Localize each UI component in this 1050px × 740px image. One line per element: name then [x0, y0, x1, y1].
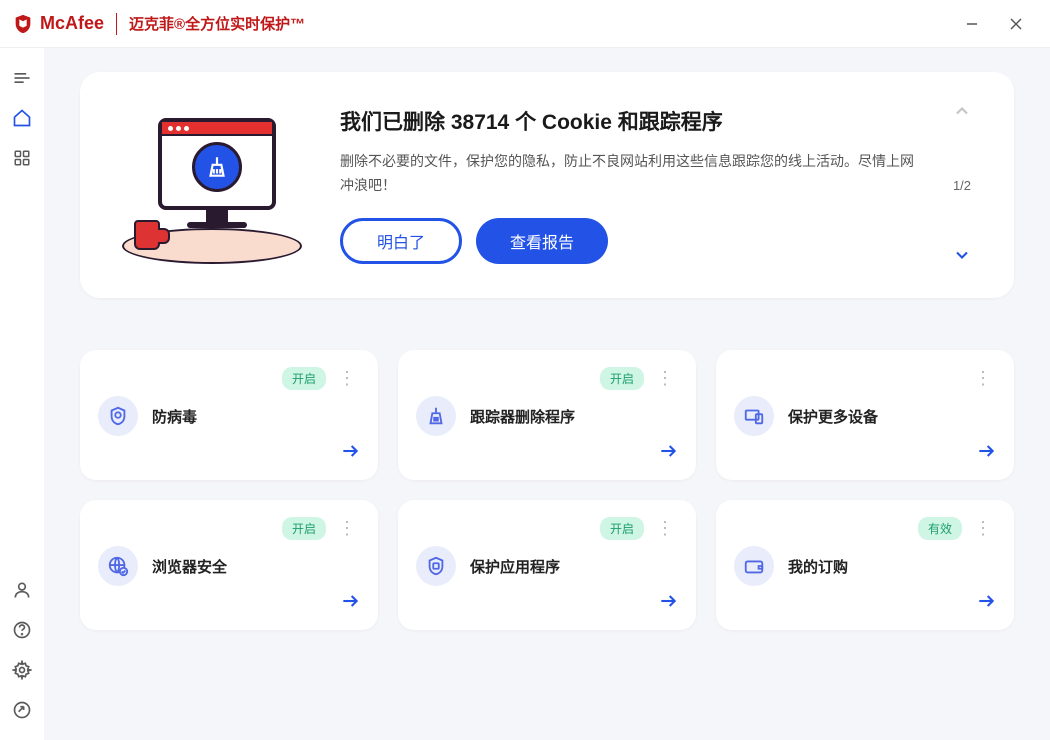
hero-next-button[interactable]: [952, 245, 972, 270]
card-app-protection[interactable]: 开启 ⋮ 保护应用程序: [398, 500, 696, 630]
arrow-right-icon: [976, 591, 996, 616]
hero-pagination: 1/2: [942, 101, 982, 270]
feature-cards-grid: 开启 ⋮ 防病毒 开启 ⋮: [80, 350, 1014, 630]
sidebar-feedback[interactable]: [4, 692, 40, 728]
card-title: 浏览器安全: [152, 556, 227, 577]
shield-icon: [98, 396, 138, 436]
globe-check-icon: [98, 546, 138, 586]
arrow-right-icon: [340, 591, 360, 616]
titlebar: McAfee 迈克菲®全方位实时保护™: [0, 0, 1050, 48]
wallet-icon: [734, 546, 774, 586]
hero-illustration: [112, 100, 312, 270]
card-tracker-remover[interactable]: 开启 ⋮ 跟踪器删除程序: [398, 350, 696, 480]
kebab-icon[interactable]: ⋮: [970, 369, 996, 387]
card-protect-devices[interactable]: ⋮ 保护更多设备: [716, 350, 1014, 480]
arrow-right-icon: [658, 441, 678, 466]
kebab-icon[interactable]: ⋮: [334, 519, 360, 537]
hero-content: 我们已删除 38714 个 Cookie 和跟踪程序 删除不必要的文件，保护您的…: [340, 106, 914, 264]
sidebar-help[interactable]: [4, 612, 40, 648]
sidebar-home[interactable]: [4, 100, 40, 136]
sidebar-apps[interactable]: [4, 140, 40, 176]
sidebar-settings[interactable]: [4, 652, 40, 688]
brand-text: McAfee: [40, 13, 104, 34]
card-title: 跟踪器删除程序: [470, 406, 575, 427]
arrow-right-icon: [658, 591, 678, 616]
devices-icon: [734, 396, 774, 436]
brand-subtitle: 迈克菲®全方位实时保护™: [129, 13, 305, 34]
ok-button[interactable]: 明白了: [340, 218, 462, 264]
status-badge: 开启: [282, 367, 326, 390]
arrow-right-icon: [340, 441, 360, 466]
kebab-icon[interactable]: ⋮: [334, 369, 360, 387]
broom-icon: [192, 142, 242, 192]
kebab-icon[interactable]: ⋮: [652, 519, 678, 537]
broom-icon: [416, 396, 456, 436]
app-shield-icon: [416, 546, 456, 586]
view-report-button[interactable]: 查看报告: [476, 218, 608, 264]
status-badge: 有效: [918, 517, 962, 540]
arrow-right-icon: [976, 441, 996, 466]
card-title: 保护更多设备: [788, 406, 878, 427]
status-badge: 开启: [282, 517, 326, 540]
hero-page-indicator: 1/2: [953, 178, 971, 193]
sidebar-account[interactable]: [4, 572, 40, 608]
card-title: 防病毒: [152, 406, 197, 427]
sidebar-menu-toggle[interactable]: [4, 60, 40, 96]
hero-description: 删除不必要的文件，保护您的隐私，防止不良网站利用这些信息跟踪您的线上活动。尽情上…: [340, 150, 914, 198]
close-button[interactable]: [994, 4, 1038, 44]
card-title: 保护应用程序: [470, 556, 560, 577]
logo-divider: [116, 13, 117, 35]
status-badge: 开启: [600, 367, 644, 390]
minimize-button[interactable]: [950, 4, 994, 44]
main-content: 我们已删除 38714 个 Cookie 和跟踪程序 删除不必要的文件，保护您的…: [44, 48, 1050, 740]
logo: McAfee: [12, 13, 104, 35]
card-title: 我的订购: [788, 556, 848, 577]
mcafee-shield-icon: [12, 13, 34, 35]
hero-title: 我们已删除 38714 个 Cookie 和跟踪程序: [340, 106, 914, 136]
kebab-icon[interactable]: ⋮: [652, 369, 678, 387]
sidebar: [0, 48, 44, 740]
kebab-icon[interactable]: ⋮: [970, 519, 996, 537]
card-antivirus[interactable]: 开启 ⋮ 防病毒: [80, 350, 378, 480]
hero-prev-button[interactable]: [952, 101, 972, 126]
status-badge: 开启: [600, 517, 644, 540]
hero-card: 我们已删除 38714 个 Cookie 和跟踪程序 删除不必要的文件，保护您的…: [80, 72, 1014, 298]
card-subscription[interactable]: 有效 ⋮ 我的订购: [716, 500, 1014, 630]
card-browser-security[interactable]: 开启 ⋮ 浏览器安全: [80, 500, 378, 630]
